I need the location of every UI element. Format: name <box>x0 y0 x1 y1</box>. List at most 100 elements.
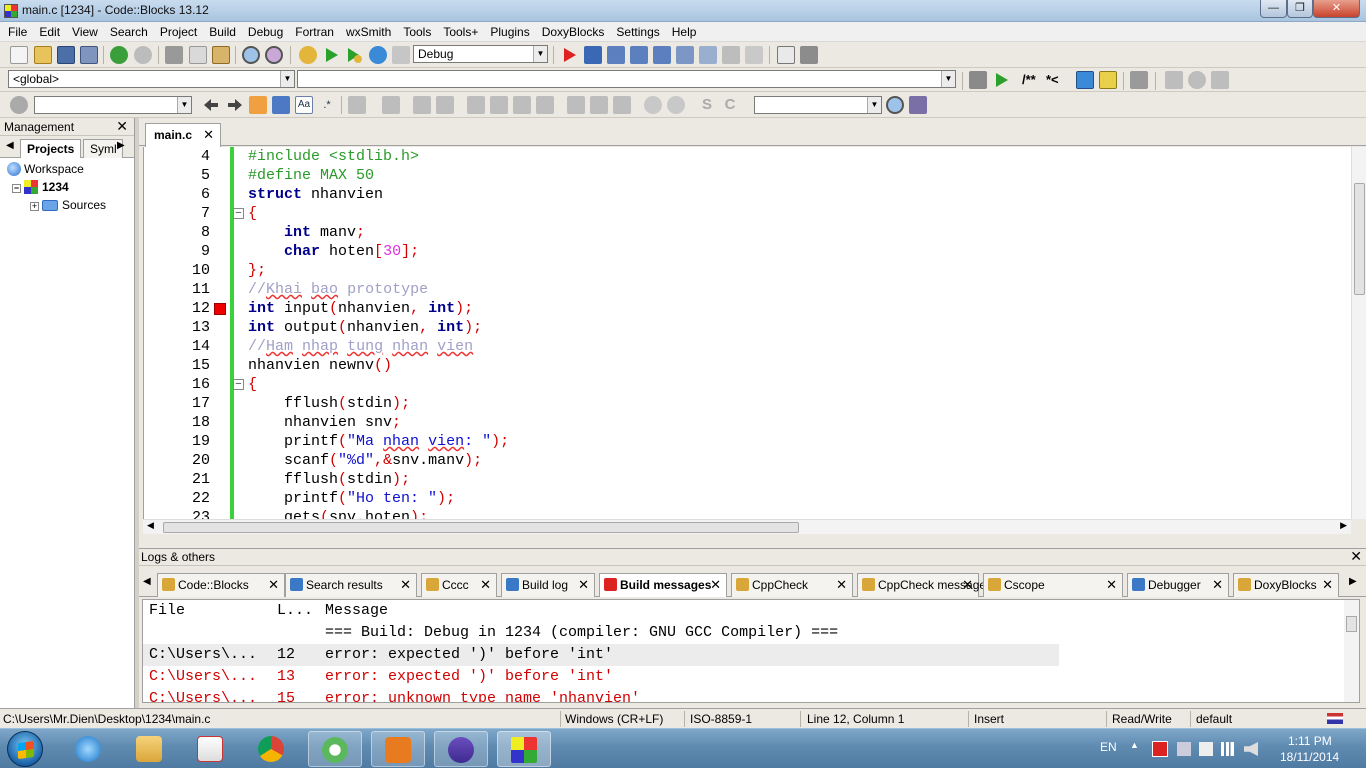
menu-help[interactable]: Help <box>666 22 703 41</box>
log-tab-cppcheck-messages[interactable]: CppCheck messages ✕ <box>857 573 992 597</box>
menu-view[interactable]: View <box>66 22 104 41</box>
close-icon[interactable]: ✕ <box>836 577 847 593</box>
line-number[interactable]: 23 <box>144 508 210 519</box>
code-line[interactable]: fflush(stdin); <box>248 394 410 413</box>
sizer-d-icon[interactable] <box>536 96 554 114</box>
build-messages-list[interactable]: File L... Message === Build: Debug in 12… <box>142 599 1360 703</box>
menu-wxsmith[interactable]: wxSmith <box>340 22 397 41</box>
replace-icon[interactable] <box>265 46 283 64</box>
column-file[interactable]: File <box>149 600 185 622</box>
find-combo[interactable]: ▼ <box>754 96 882 114</box>
code-line[interactable]: { <box>248 375 257 394</box>
code-line[interactable]: nhanvien newnv() <box>248 356 392 375</box>
code-line[interactable]: char hoten[30]; <box>248 242 419 261</box>
menu-debug[interactable]: Debug <box>242 22 289 41</box>
redo-icon[interactable] <box>134 46 152 64</box>
build-gear-icon[interactable] <box>299 46 317 64</box>
log-tab-build-messages[interactable]: Build messages ✕ <box>599 573 727 597</box>
debug-windows-icon[interactable] <box>777 46 795 64</box>
table-row[interactable]: === Build: Debug in 1234 (compiler: GNU … <box>143 622 1346 644</box>
save-all-icon[interactable] <box>80 46 98 64</box>
code-line[interactable]: fflush(stdin); <box>248 470 410 489</box>
line-number[interactable]: 11 <box>144 280 210 299</box>
close-icon[interactable]: ✕ <box>578 577 589 593</box>
fold-toggle-icon[interactable]: − <box>233 379 244 390</box>
taskbar-pdf[interactable] <box>371 731 425 767</box>
tab-projects[interactable]: Projects <box>20 139 82 158</box>
table-row[interactable]: C:\Users\... 12 error: expected ')' before… <box>143 644 1059 666</box>
doxy-html-icon[interactable] <box>1076 71 1094 89</box>
search-icon[interactable] <box>886 96 904 114</box>
line-number[interactable]: 13 <box>144 318 210 337</box>
tab-scroll-left-icon[interactable]: ◀ <box>143 576 151 587</box>
log-tab-cccc[interactable]: Cccc ✕ <box>421 573 497 597</box>
line-number[interactable]: 19 <box>144 432 210 451</box>
log-tab-build-log[interactable]: Build log ✕ <box>501 573 595 597</box>
expand-icon[interactable]: + <box>30 202 39 211</box>
close-icon[interactable]: ✕ <box>710 577 721 593</box>
log-tab-doxyblocks[interactable]: DoxyBlocks ✕ <box>1233 573 1339 597</box>
build-and-run-icon[interactable] <box>345 46 363 64</box>
search-settings-icon[interactable] <box>909 96 927 114</box>
pointer-icon[interactable] <box>348 96 366 114</box>
taskbar-explorer[interactable] <box>123 731 177 767</box>
regex-icon[interactable]: .* <box>318 96 336 114</box>
function-select[interactable]: ▼ <box>297 70 956 88</box>
editor-horizontal-scrollbar[interactable]: ◀ ▶ <box>143 519 1351 534</box>
menu-file[interactable]: File <box>2 22 33 41</box>
log-tab-code-blocks[interactable]: Code::Blocks ✕ <box>157 573 285 597</box>
line-number[interactable]: 15 <box>144 356 210 375</box>
code-line[interactable]: printf("Ho ten: "); <box>248 489 455 508</box>
code-line[interactable]: nhanvien snv; <box>248 413 401 432</box>
menu-search[interactable]: Search <box>104 22 154 41</box>
code-editor[interactable]: 4 #include <stdlib.h> 5 #define MAX 50 6 stru… <box>143 147 1351 519</box>
power-icon[interactable] <box>1199 742 1213 756</box>
preview-b-icon[interactable] <box>590 96 608 114</box>
fold-toggle-icon[interactable]: − <box>233 208 244 219</box>
close-icon[interactable]: ✕ <box>962 577 973 593</box>
select-target-icon[interactable] <box>272 96 290 114</box>
volume-icon[interactable] <box>1244 742 1258 756</box>
line-number[interactable]: 17 <box>144 394 210 413</box>
preview-c-icon[interactable] <box>613 96 631 114</box>
bookmark-prev-icon[interactable] <box>1165 71 1183 89</box>
save-icon[interactable] <box>57 46 75 64</box>
line-number[interactable]: 16 <box>144 375 210 394</box>
build-target-select[interactable]: Debug ▼ <box>413 45 548 63</box>
close-icon[interactable]: ✕ <box>203 127 214 143</box>
antivirus-icon[interactable] <box>1152 741 1168 757</box>
menu-settings[interactable]: Settings <box>610 22 665 41</box>
taskbar-visual-studio[interactable] <box>434 731 488 767</box>
doxy-wizard-icon[interactable] <box>969 71 987 89</box>
cut-icon[interactable] <box>165 46 183 64</box>
code-line[interactable]: gets(snv.hoten); <box>248 508 428 519</box>
chevron-down-icon[interactable]: ▼ <box>533 46 547 62</box>
tab-scroll-left-icon[interactable]: ◀ <box>6 140 14 151</box>
arrow-right-icon[interactable] <box>226 96 244 114</box>
step-instruction-icon[interactable] <box>699 46 717 64</box>
code-line[interactable]: struct nhanvien <box>248 185 383 204</box>
line-number[interactable]: 7 <box>144 204 210 223</box>
menu-tools[interactable]: Tools <box>397 22 437 41</box>
line-number[interactable]: 10 <box>144 261 210 280</box>
close-icon[interactable]: ✕ <box>400 577 411 593</box>
taskbar-ie[interactable] <box>62 731 116 767</box>
taskbar-app-green[interactable] <box>308 731 362 767</box>
bookmark-next-icon[interactable] <box>1211 71 1229 89</box>
minimize-button[interactable]: — <box>1260 0 1287 18</box>
step-out-icon[interactable] <box>653 46 671 64</box>
match-case-icon[interactable]: Aa <box>295 96 313 114</box>
taskbar-chrome[interactable] <box>245 731 299 767</box>
doxy-block-comment-button[interactable]: /** <box>1022 72 1036 87</box>
close-icon[interactable]: ✕ <box>480 577 491 593</box>
line-number[interactable]: 18 <box>144 413 210 432</box>
code-line[interactable]: #define MAX 50 <box>248 166 374 185</box>
dialog-icon[interactable] <box>413 96 431 114</box>
network-signal-icon[interactable] <box>1221 742 1237 756</box>
new-file-icon[interactable] <box>10 46 28 64</box>
table-row[interactable]: C:\Users\... 15 error: unknown type name '… <box>143 688 1346 702</box>
close-icon[interactable]: ✕ <box>1106 577 1117 593</box>
step-into-icon[interactable] <box>630 46 648 64</box>
menu-edit[interactable]: Edit <box>33 22 66 41</box>
tree-sources-folder[interactable]: + Sources <box>0 196 134 214</box>
